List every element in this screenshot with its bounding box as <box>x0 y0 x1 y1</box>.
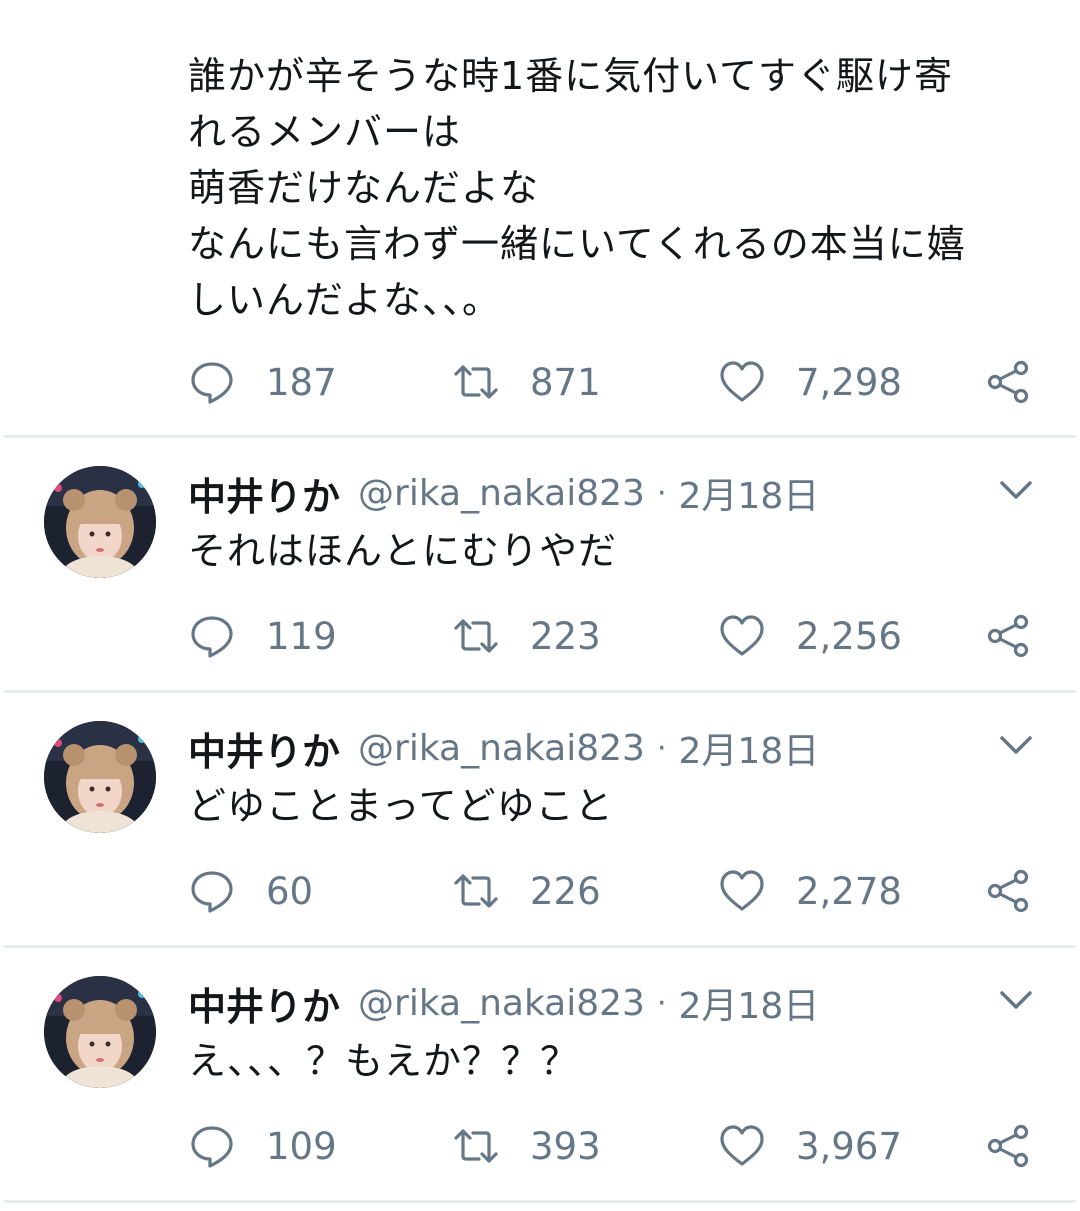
retweet-count: 223 <box>530 614 601 658</box>
like-count: 2,278 <box>796 869 902 913</box>
tweet-date[interactable]: 2月18日 <box>679 467 820 519</box>
reply-button[interactable]: 187 <box>188 352 337 412</box>
reply-count: 109 <box>266 1124 337 1168</box>
retweet-button[interactable]: 871 <box>452 352 601 412</box>
retweet-button[interactable]: 223 <box>452 606 601 666</box>
like-count: 7,298 <box>796 360 902 404</box>
share-icon <box>984 358 1032 406</box>
retweet-button[interactable]: 226 <box>452 861 601 921</box>
divider <box>4 1200 1076 1203</box>
share-icon <box>984 867 1032 915</box>
user-handle[interactable]: @rika_nakai823 <box>358 473 645 514</box>
tweet-text: どゆことまってどゆこと <box>188 784 614 828</box>
tweet-actions: 60 226 2,278 <box>0 861 1080 921</box>
retweet-icon <box>452 867 500 915</box>
display-name[interactable]: 中井りか <box>188 976 340 1031</box>
tweet-reply[interactable]: 中井りか @rika_nakai823 · 2月18日 それはほんとにむりやだ … <box>0 438 1080 693</box>
avatar[interactable] <box>44 976 156 1088</box>
tweet-actions: 109 393 3,967 <box>0 1116 1080 1176</box>
like-count: 2,256 <box>796 614 902 658</box>
tweet-text: それはほんとにむりやだ <box>188 529 618 573</box>
like-count: 3,967 <box>796 1124 902 1168</box>
share-button[interactable] <box>984 861 1032 921</box>
like-button[interactable]: 3,967 <box>718 1116 902 1176</box>
reply-count: 187 <box>266 360 337 404</box>
tweet-main: 誰かが辛そうな時1番に気付いてすぐ駆け寄 れるメンバーは 萌香だけなんだよな な… <box>0 0 1080 438</box>
tweet-actions: 187 871 7,298 <box>0 352 1080 412</box>
reply-button[interactable]: 109 <box>188 1116 337 1176</box>
chevron-down-icon <box>996 725 1036 765</box>
share-icon <box>984 1122 1032 1170</box>
tweet-menu-button[interactable] <box>996 470 1036 510</box>
retweet-icon <box>452 612 500 660</box>
retweet-count: 226 <box>530 869 601 913</box>
reply-icon <box>188 358 236 406</box>
tweet-reply[interactable]: 中井りか @rika_nakai823 · 2月18日 え、、、？もえか？？？ … <box>0 948 1080 1203</box>
retweet-count: 393 <box>530 1124 601 1168</box>
retweet-button[interactable]: 393 <box>452 1116 601 1176</box>
tweet-actions: 119 223 2,256 <box>0 606 1080 666</box>
chevron-down-icon <box>996 980 1036 1020</box>
reply-icon <box>188 612 236 660</box>
reply-icon <box>188 867 236 915</box>
reply-icon <box>188 1122 236 1170</box>
retweet-icon <box>452 1122 500 1170</box>
user-handle[interactable]: @rika_nakai823 <box>358 983 645 1024</box>
separator-dot: · <box>656 475 667 511</box>
heart-icon <box>718 867 766 915</box>
chevron-down-icon <box>996 470 1036 510</box>
retweet-icon <box>452 358 500 406</box>
tweet-text: 誰かが辛そうな時1番に気付いてすぐ駆け寄 れるメンバーは 萌香だけなんだよな な… <box>188 54 966 322</box>
display-name[interactable]: 中井りか <box>188 466 340 521</box>
reply-button[interactable]: 119 <box>188 606 337 666</box>
like-button[interactable]: 7,298 <box>718 352 902 412</box>
tweet-date[interactable]: 2月18日 <box>679 977 820 1029</box>
tweet-header: 中井りか @rika_nakai823 · 2月18日 <box>188 975 819 1031</box>
share-button[interactable] <box>984 1116 1032 1176</box>
separator-dot: · <box>656 985 667 1021</box>
retweet-count: 871 <box>530 360 601 404</box>
separator-dot: · <box>656 730 667 766</box>
heart-icon <box>718 1122 766 1170</box>
heart-icon <box>718 358 766 406</box>
reply-count: 119 <box>266 614 337 658</box>
share-button[interactable] <box>984 606 1032 666</box>
tweet-date[interactable]: 2月18日 <box>679 722 820 774</box>
avatar[interactable] <box>44 721 156 833</box>
tweet-menu-button[interactable] <box>996 980 1036 1020</box>
tweet-menu-button[interactable] <box>996 725 1036 765</box>
share-button[interactable] <box>984 352 1032 412</box>
like-button[interactable]: 2,278 <box>718 861 902 921</box>
share-icon <box>984 612 1032 660</box>
tweet-header: 中井りか @rika_nakai823 · 2月18日 <box>188 720 819 776</box>
like-button[interactable]: 2,256 <box>718 606 902 666</box>
avatar[interactable] <box>44 466 156 578</box>
tweet-reply[interactable]: 中井りか @rika_nakai823 · 2月18日 どゆことまってどゆこと … <box>0 693 1080 948</box>
tweet-header: 中井りか @rika_nakai823 · 2月18日 <box>188 465 819 521</box>
reply-button[interactable]: 60 <box>188 861 313 921</box>
reply-count: 60 <box>266 869 314 913</box>
display-name[interactable]: 中井りか <box>188 721 340 776</box>
tweet-text: え、、、？もえか？？？ <box>188 1039 580 1083</box>
heart-icon <box>718 612 766 660</box>
user-handle[interactable]: @rika_nakai823 <box>358 728 645 769</box>
